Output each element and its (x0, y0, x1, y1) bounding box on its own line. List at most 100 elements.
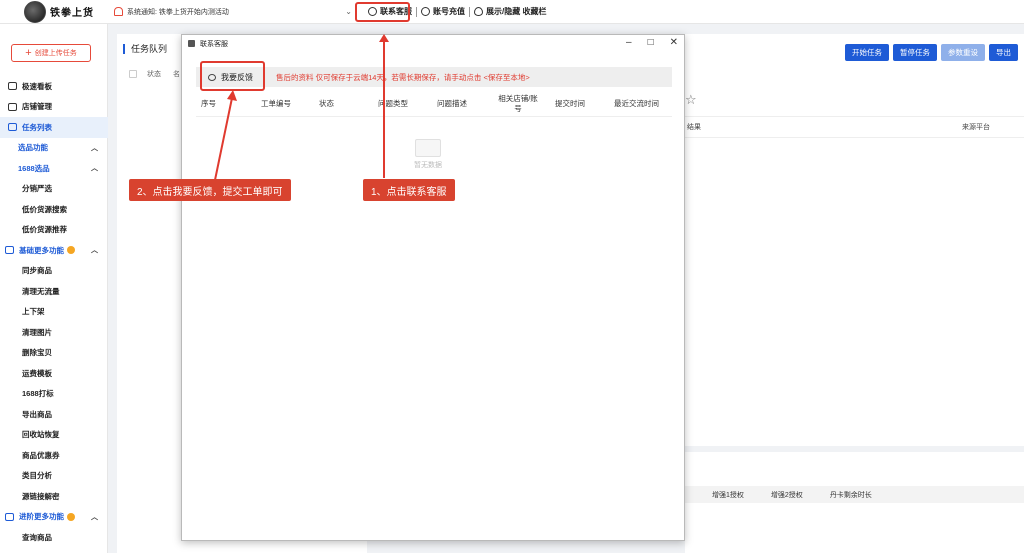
storage-notice: 售后的资料 仅可保存于云端14天，若需长期保存，请手动点击 <保存至本地> (276, 72, 530, 82)
chevron-up-icon: ︿ (91, 247, 98, 255)
arrow-to-feedback (214, 90, 237, 181)
recharge-icon (421, 7, 430, 16)
app-icon (188, 40, 195, 47)
empty-text: 暂无数据 (414, 162, 442, 169)
dialog-titlebar: 联系客服 (182, 35, 684, 52)
sidebar-group-label: 选品功能 (18, 143, 48, 153)
result-table-header: 结果 来源平台 (685, 116, 1024, 138)
chevron-down-icon[interactable]: ⌄ (345, 7, 352, 16)
sidebar-item-label: 回收站恢复 (22, 430, 60, 440)
sidebar-item-1688-tagging[interactable]: 1688打标 (0, 384, 108, 405)
callout-step1: 1、点击联系客服 (363, 179, 455, 201)
sidebar-item-low-price-recommend[interactable]: 低价货源推荐 (0, 220, 108, 241)
sidebar-item-label: 商品优惠券 (22, 450, 60, 460)
task-detail-panel: 开始任务 暂停任务 参数重设 导出 ☆ 结果 来源平台 增强1授权 增强2授权 … (685, 34, 1024, 553)
column-last-contact: 最近交流时间 (614, 99, 659, 108)
system-notice[interactable]: 系统通知: 铁拳上货开始内测活动 ⌄ (114, 7, 352, 17)
arrow-head-contact (379, 34, 389, 42)
sidebar-item-label: 运费模板 (22, 368, 52, 378)
action-buttons: 开始任务 暂停任务 参数重设 导出 (845, 44, 1018, 61)
sidebar-group-selection[interactable]: 选品功能 ︿ (0, 138, 108, 159)
create-upload-task-button[interactable]: + 创建上传任务 (11, 44, 91, 62)
select-all-checkbox[interactable] (129, 70, 137, 78)
sidebar-item-category-analysis[interactable]: 类目分析 (0, 466, 108, 487)
sidebar-item-coupons[interactable]: 商品优惠券 (0, 445, 108, 466)
toggle-favorites-button[interactable]: 展示/隐藏 收藏栏 (470, 3, 550, 21)
empty-tray-icon (415, 139, 441, 157)
sidebar-item-label: 1688打标 (22, 389, 54, 399)
sidebar-item-label: 低价货源推荐 (22, 225, 67, 235)
column-name-partial: 名 (173, 71, 180, 78)
auth-panel: 增强1授权 增强2授权 丹卡剩余时长 (685, 446, 1024, 553)
minimize-icon[interactable]: – (626, 37, 632, 48)
sidebar-item-shop-management[interactable]: 店铺管理 (0, 97, 108, 118)
notice-text: 系统通知: 铁拳上货开始内测活动 (127, 8, 229, 16)
app-logo: 铁拳上货 (0, 0, 108, 23)
dialog-title: 联系客服 (200, 40, 228, 48)
column-source-platform: 来源平台 (962, 124, 990, 131)
callout-step2: 2、点击我要反馈，提交工单即可 (129, 179, 291, 201)
sidebar-item-label: 低价货源搜索 (22, 204, 67, 214)
shop-icon (8, 102, 17, 111)
column-status: 状态 (319, 99, 334, 108)
arrow-to-contact (383, 40, 385, 178)
sidebar-item-label: 查询商品 (22, 532, 52, 542)
feedback-highlight (200, 61, 265, 91)
toggle-favorites-label: 展示/隐藏 收藏栏 (486, 7, 547, 16)
column-enhance1: 增强1授权 (712, 491, 744, 499)
column-enhance2: 增强2授权 (770, 491, 803, 499)
create-upload-task-label: 创建上传任务 (34, 50, 77, 57)
sidebar-item-clean-no-traffic[interactable]: 清理无流量 (0, 281, 108, 302)
sidebar-item-link-decrypt[interactable]: 源链接解密 (0, 486, 108, 507)
sidebar-item-low-price-search[interactable]: 低价货源搜索 (0, 199, 108, 220)
pause-task-button[interactable]: 暂停任务 (893, 44, 937, 61)
sidebar-item-dashboard[interactable]: 极速看板 (0, 76, 108, 97)
sidebar-item-query-products[interactable]: 查询商品 (0, 527, 108, 548)
sidebar-group-basic[interactable]: 基础更多功能 ︿ (0, 240, 108, 261)
sidebar-item-shipping-template[interactable]: 运费模板 (0, 363, 108, 384)
sidebar-item-label: 上下架 (22, 307, 45, 317)
account-recharge-label: 账号充值 (433, 7, 465, 16)
app-name: 铁拳上货 (50, 8, 94, 19)
sidebar-item-distribution[interactable]: 分销严选 (0, 179, 108, 200)
sidebar-item-task-list[interactable]: 任务列表 (0, 117, 108, 138)
start-task-button[interactable]: 开始任务 (845, 44, 889, 61)
list-icon (8, 123, 17, 132)
star-icon[interactable]: ☆ (685, 92, 697, 108)
advanced-functions-icon (5, 512, 14, 521)
close-icon[interactable]: ✕ (670, 37, 678, 48)
sidebar-menu: 极速看板 店铺管理 任务列表 选品功能 ︿ 1688选品 ︿ 分销严选 低价货源搜索… (0, 76, 108, 548)
maximize-icon[interactable]: □ (648, 37, 654, 48)
export-button[interactable]: 导出 (989, 44, 1018, 61)
column-related-shop: 相关店铺/账号 (498, 93, 538, 113)
sidebar-group-advanced[interactable]: 进阶更多功能 ︿ (0, 507, 108, 528)
sidebar-item-label: 源链接解密 (22, 491, 60, 501)
sidebar-item-clean-images[interactable]: 清理图片 (0, 322, 108, 343)
reset-params-button[interactable]: 参数重设 (941, 44, 985, 61)
sidebar-group-label: 基础更多功能 (19, 245, 64, 255)
sidebar-item-label: 删除宝贝 (22, 348, 52, 358)
sidebar-item-1688-selection[interactable]: 1688选品 ︿ (0, 158, 108, 179)
column-ticket-id: 工单编号 (261, 99, 291, 108)
sidebar: + 创建上传任务 极速看板 店铺管理 任务列表 选品功能 ︿ 1688选品 ︿ 分销… (0, 24, 108, 553)
column-result: 结果 (687, 124, 701, 131)
sidebar-item-label: 清理无流量 (22, 286, 60, 296)
sidebar-item-label: 任务列表 (22, 122, 52, 132)
sidebar-item-delete-items[interactable]: 删除宝贝 (0, 343, 108, 364)
window-controls: – □ ✕ (626, 37, 678, 48)
top-bar: 铁拳上货 系统通知: 铁拳上货开始内测活动 ⌄ 联系客服 账号充值 展示/隐藏 … (0, 0, 1024, 24)
sidebar-item-export-products[interactable]: 导出商品 (0, 404, 108, 425)
sidebar-item-list-delist[interactable]: 上下架 (0, 302, 108, 323)
sidebar-group-label: 进阶更多功能 (19, 512, 64, 522)
sidebar-item-label: 类目分析 (22, 471, 52, 481)
dashboard-icon (8, 82, 17, 91)
info-icon (67, 246, 75, 255)
sidebar-item-sync-products[interactable]: 同步商品 (0, 261, 108, 282)
page-title: 任务队列 (123, 44, 167, 54)
sidebar-item-label: 同步商品 (22, 266, 52, 276)
contact-service-dialog: 联系客服 – □ ✕ 我要反馈 售后的资料 仅可保存于云端14天，若需长期保存，… (181, 34, 685, 541)
bell-icon (114, 7, 123, 16)
sidebar-item-recycle-restore[interactable]: 回收站恢复 (0, 425, 108, 446)
account-recharge-button[interactable]: 账号充值 (417, 3, 469, 21)
column-submit-time: 提交时间 (555, 99, 585, 108)
